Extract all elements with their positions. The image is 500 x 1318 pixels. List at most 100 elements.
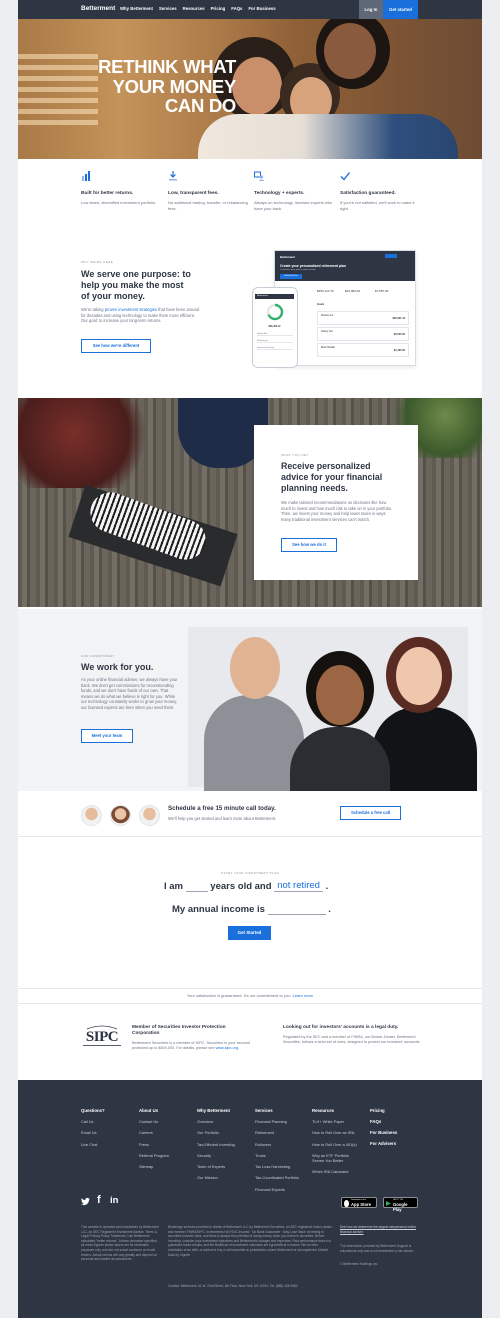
plan-age-line: I am years old and not retired . [164, 880, 328, 892]
footer-link[interactable]: Contact Us [139, 1119, 169, 1124]
footer-address: Contact: Betterment, 61 W. 23rd Street, … [168, 1284, 299, 1288]
work-eyebrow: OUR COMMITMENT [81, 654, 115, 658]
footer-link[interactable]: Press [139, 1142, 169, 1147]
see-how-different-button[interactable]: See how we're different [81, 339, 151, 353]
footer-link[interactable]: Which IRA Calculator [312, 1169, 362, 1174]
footer-pricing-link[interactable]: Pricing [370, 1108, 397, 1113]
footer-link[interactable]: Careers [139, 1130, 169, 1135]
proven-strategies-link[interactable]: proven investment strategies [105, 307, 157, 312]
hero-line-1: RETHINK WHAT [98, 56, 236, 77]
footer-link[interactable]: Email Us [81, 1130, 105, 1135]
income-input[interactable] [267, 905, 326, 915]
footer-link[interactable]: Tax Loss Harvesting [255, 1164, 299, 1169]
schedule-heading: Schedule a free 15 minute call today. [168, 805, 276, 812]
guarantee-bar: Your satisfaction is guaranteed. It's ou… [18, 988, 482, 1004]
advisor-avatar-1 [81, 805, 102, 826]
footer-link[interactable]: TLH+ White Paper [312, 1119, 362, 1124]
footer-link[interactable]: Tax-Efficient Investing [197, 1142, 235, 1147]
dashboard-goals-tab: Goals [317, 303, 325, 306]
hero-photo-woman-face [232, 57, 282, 115]
advice-heading: Receive personalized advice for your fin… [281, 461, 383, 493]
footer-link[interactable]: Trusts [255, 1153, 299, 1158]
schedule-free-call-button[interactable]: Schedule a free call [340, 806, 401, 820]
footer-col-services: Services Financial Planning Retirement R… [255, 1108, 299, 1198]
age-input[interactable] [185, 882, 208, 892]
phone-donut-chart [266, 303, 284, 321]
footer-link[interactable]: Team of Experts [197, 1164, 235, 1169]
footer-faqs-link[interactable]: FAQs [370, 1119, 397, 1124]
login-button[interactable]: Log In [359, 0, 383, 19]
hero-line-2: YOUR MONEY [112, 75, 237, 97]
dashboard-row-1: Retirement $25,091.44 [317, 311, 409, 325]
footer-for-advisers-link[interactable]: For Advisers [370, 1141, 397, 1146]
feature-desc: No additional trading, transfer, or reba… [168, 200, 248, 211]
footer-link[interactable]: Financial Experts [255, 1187, 299, 1192]
plan-income-line: My annual income is . [172, 904, 331, 915]
hero-light-stripes [18, 54, 98, 129]
person-2-face [316, 665, 364, 725]
footer-link[interactable]: Call Us [81, 1119, 105, 1124]
twitter-icon[interactable] [81, 1197, 90, 1206]
guarantee-text: Your satisfaction is guaranteed. It's ou… [186, 993, 292, 998]
nav-faqs[interactable]: FAQs [231, 6, 242, 11]
advisor-avatar-3 [139, 805, 160, 826]
page: Betterment Why Betterment Services Resou… [18, 0, 482, 1318]
footer-col-questions: Questions? Call Us Email Us Live Chat [81, 1108, 105, 1153]
nav-resources[interactable]: Resources [183, 6, 205, 11]
nav-links: Why Betterment Services Resources Pricin… [120, 6, 276, 11]
app-store-big-text: App Store [351, 1202, 372, 1207]
row-value: $1,460.00 [393, 349, 405, 352]
footer-for-business-link[interactable]: For Business [370, 1130, 397, 1135]
dashboard-stat-1: $350,133.76 [317, 289, 334, 293]
retirement-status-select[interactable]: not retired [274, 880, 323, 892]
footer-link[interactable]: Live Chat [81, 1142, 105, 1147]
facebook-icon[interactable]: f [97, 1195, 101, 1206]
largest-adviser-link[interactable]: See how we determine the largest indepen… [340, 1225, 416, 1234]
see-how-we-do-it-button[interactable]: See how we do it [281, 538, 337, 552]
sipc-link[interactable]: www.sipc.org. [216, 1046, 239, 1050]
linkedin-icon[interactable]: in [110, 1196, 118, 1206]
footer-link[interactable]: Sitemap [139, 1164, 169, 1169]
footer-link[interactable]: Security [197, 1153, 235, 1158]
finra-body: Regulated by the SEC and a member of FIN… [283, 1035, 421, 1045]
footer-link[interactable]: How to Roll Over a 401(k) [312, 1142, 362, 1147]
footer-col-why-betterment: Why Betterment Overview Our Portfolio Ta… [197, 1108, 235, 1187]
nav-why-betterment[interactable]: Why Betterment [120, 6, 153, 11]
footer-link[interactable]: Why an ETF Portfolio Serves You Better [312, 1153, 362, 1163]
footer-link[interactable]: Rollovers [255, 1142, 299, 1147]
footer-link[interactable]: Retirement [255, 1130, 299, 1135]
apple-icon [344, 1199, 349, 1207]
footer-link[interactable]: Financial Planning [255, 1119, 299, 1124]
purpose-body-text: We're taking [81, 307, 105, 312]
footer-link[interactable]: Tax-Coordinated Portfolio [255, 1175, 299, 1180]
footer-link[interactable]: How to Roll Over an IRA [312, 1130, 362, 1135]
footer-link[interactable]: Referral Program [139, 1153, 169, 1158]
top-nav: Betterment Why Betterment Services Resou… [18, 0, 482, 19]
phone-brand: Betterment [257, 295, 268, 297]
feature-desc: Low taxes, diversified investment portfo… [81, 200, 157, 205]
dashboard-brand: Betterment [280, 255, 295, 259]
footer-link[interactable]: Overview [197, 1119, 235, 1124]
footer-link[interactable]: Our Portfolio [197, 1130, 235, 1135]
advice-body: We make tailored recommendations on deci… [281, 500, 393, 522]
learn-more-link[interactable]: Learn more [293, 993, 313, 998]
footer-link[interactable]: Our Mission [197, 1175, 235, 1180]
person-3-face [396, 647, 442, 705]
plan-eyebrow: START YOUR INVESTMENT PLAN [220, 871, 280, 875]
row-name: Build Wealth [321, 346, 335, 349]
meet-your-team-button[interactable]: Meet your team [81, 729, 133, 743]
row-name: Safety Net [321, 330, 333, 333]
plan-get-started-button[interactable]: Get Started [228, 926, 271, 940]
google-play-badge[interactable]: GET IT ON Google Play [383, 1197, 418, 1212]
phone-screenshot: Betterment $95,483.12 Safety Net Retirem… [252, 287, 298, 368]
phone-row-2: Retirement [257, 340, 293, 343]
app-store-badge[interactable]: Download on the App Store [341, 1197, 377, 1208]
get-started-nav-button[interactable]: Get started [383, 0, 418, 19]
brand-logo[interactable]: Betterment [81, 5, 115, 12]
nav-services[interactable]: Services [159, 6, 177, 11]
footer-legal-2: Brokerage services provided to clients o… [168, 1225, 332, 1257]
nav-for-business[interactable]: For Business [248, 6, 275, 11]
row-name: Retirement [321, 314, 334, 317]
nav-pricing[interactable]: Pricing [211, 6, 226, 11]
work-heading: We work for you. [81, 662, 154, 672]
